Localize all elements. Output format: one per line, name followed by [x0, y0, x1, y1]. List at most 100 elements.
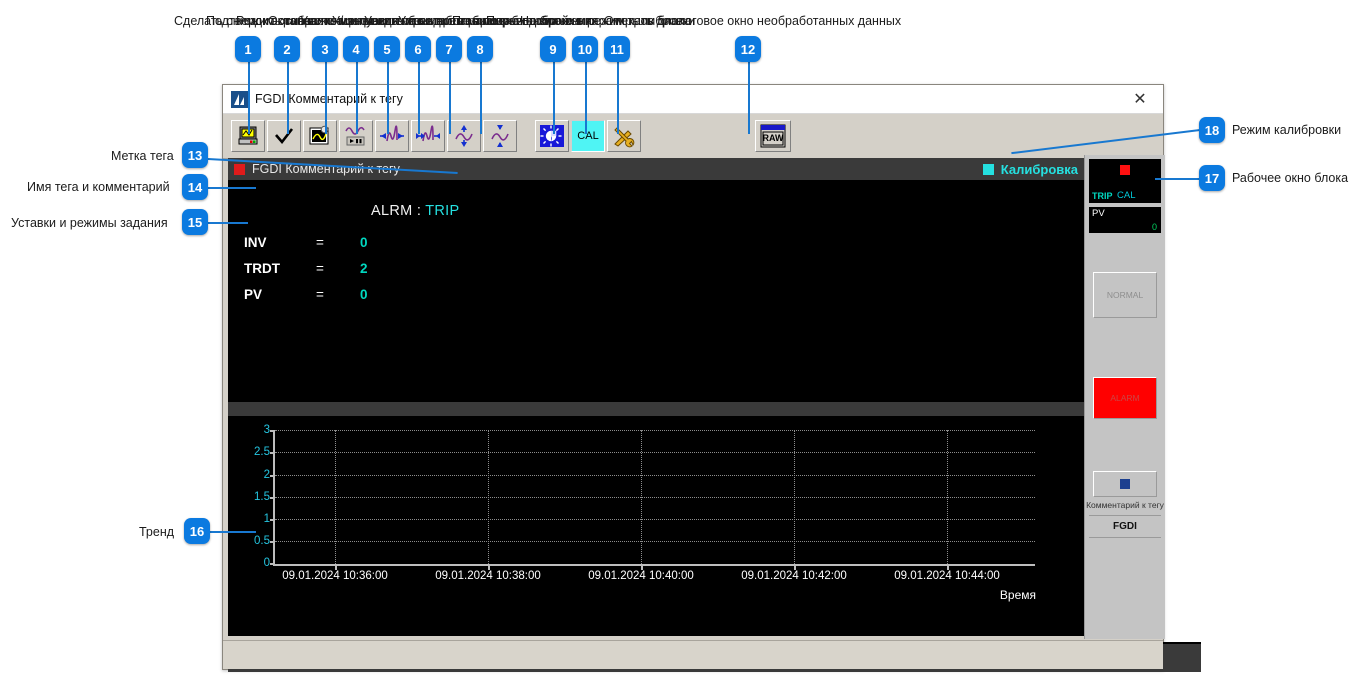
annotation-badge-10: 10	[572, 36, 598, 62]
value-zoom-out-button[interactable]	[483, 120, 517, 152]
leader-line-14	[208, 187, 256, 189]
alarm-status-key: ALRM :	[371, 203, 422, 219]
display-settings-button[interactable]	[535, 120, 569, 152]
parameter-equals: =	[316, 235, 324, 250]
trend-mode-button[interactable]	[303, 120, 337, 152]
annotation-badge-16: 16	[184, 518, 210, 544]
calibration-status-group: Калибровка	[982, 162, 1078, 177]
grid-line-h	[275, 475, 1035, 476]
parameter-row-inv[interactable]: INV = 0	[228, 235, 1084, 255]
annotation-badge-9: 9	[540, 36, 566, 62]
leader-line-15	[208, 222, 248, 224]
leader-line-17	[1155, 178, 1201, 180]
x-tick-label: 09.01.2024 10:36:00	[282, 570, 388, 582]
parameter-value: 0	[360, 235, 368, 250]
block-config-button[interactable]	[607, 120, 641, 152]
leader-line-8	[480, 62, 482, 134]
parameter-equals: =	[316, 261, 324, 276]
tag-marker-icon	[234, 163, 245, 175]
alarm-status-line: ALRM : TRIP	[371, 203, 459, 219]
wave-arrows-vertical-in-icon	[453, 124, 475, 148]
parameter-row-trdt[interactable]: TRDT = 2	[228, 261, 1084, 281]
annotation-label-13: Метка тега	[111, 149, 174, 163]
leader-line-4	[356, 62, 358, 134]
calibration-marker-icon	[982, 163, 994, 175]
block-panel-divider	[1089, 515, 1161, 516]
grid-line-v	[947, 430, 948, 564]
y-tick-mark	[270, 475, 275, 477]
leader-line-16	[210, 531, 256, 533]
time-zoom-in-button[interactable]	[375, 120, 409, 152]
annotation-badge-6: 6	[405, 36, 431, 62]
block-type-label: FGDI	[1113, 521, 1137, 532]
grid-line-v	[488, 430, 489, 564]
x-tick-label: 09.01.2024 10:42:00	[741, 570, 847, 582]
leader-line-12	[748, 62, 750, 134]
annotation-badge-18: 18	[1199, 117, 1225, 143]
brightness-icon	[540, 125, 564, 147]
grid-line-h	[275, 519, 1035, 520]
annotation-badge-15: 15	[182, 209, 208, 235]
annotation-badge-2: 2	[274, 36, 300, 62]
block-comment-button[interactable]	[1093, 471, 1157, 497]
leader-line-2	[287, 62, 289, 134]
raw-data-button-label: RAW	[762, 133, 784, 143]
block-comment-label: Комментарий к тегу	[1086, 500, 1164, 510]
grid-line-v	[794, 430, 795, 564]
trend-chart[interactable]: 3 2.5 2 1.5 1 0.5 0 09.01.2024 10:36:00 …	[228, 416, 1084, 616]
alarm-status-value: TRIP	[425, 203, 460, 219]
square-icon	[1120, 479, 1130, 489]
y-tick-label: 2	[263, 469, 270, 481]
tools-icon	[612, 124, 636, 148]
raw-data-button[interactable]: RAW	[755, 120, 791, 152]
annotation-label-12: Открыть диалоговое окно необработанных д…	[604, 14, 902, 28]
block-pv-value: 0	[1151, 222, 1157, 232]
leader-line-7	[449, 62, 451, 134]
y-tick-mark	[270, 519, 275, 521]
y-tick-mark	[270, 563, 275, 565]
y-tick-mark	[270, 497, 275, 499]
leader-line-1	[248, 62, 250, 134]
close-icon[interactable]: ✕	[1121, 86, 1159, 112]
title-bar: FGDI Комментарий к тегу ✕	[223, 85, 1163, 114]
block-trip-label: TRIP	[1092, 191, 1113, 201]
app-logo-icon	[231, 90, 248, 108]
annotation-badge-7: 7	[436, 36, 462, 62]
leader-line-11	[617, 62, 619, 134]
parameter-value: 0	[360, 287, 368, 302]
annotation-label-17: Рабочее окно блока	[1232, 171, 1349, 185]
parameter-name: INV	[244, 235, 267, 250]
annotation-label-18: Режим калибровки	[1232, 123, 1342, 137]
annotation-label-16: Тренд	[139, 525, 175, 539]
annotation-badge-13: 13	[182, 142, 208, 168]
block-panel-divider	[1089, 537, 1161, 538]
annotation-badge-12: 12	[735, 36, 761, 62]
wave-arrows-vertical-out-icon	[489, 124, 511, 148]
annotation-badge-11: 11	[604, 36, 630, 62]
block-alarm-button[interactable]: ALARM	[1093, 377, 1157, 419]
value-zoom-in-button[interactable]	[447, 120, 481, 152]
y-tick-label: 0.5	[254, 535, 270, 547]
checkmark-icon	[273, 125, 295, 147]
annotation-label-14: Имя тега и комментарий	[27, 180, 170, 194]
annotation-badge-4: 4	[343, 36, 369, 62]
y-tick-mark	[270, 541, 275, 543]
time-zoom-out-button[interactable]	[411, 120, 445, 152]
leader-line-9	[553, 62, 555, 134]
parameter-name: PV	[244, 287, 263, 302]
y-tick-label: 1	[263, 513, 270, 525]
block-normal-button[interactable]: NORMAL	[1093, 272, 1157, 318]
window-title: FGDI Комментарий к тегу	[255, 92, 403, 106]
parameter-value: 2	[360, 261, 368, 276]
calibration-button[interactable]: CAL	[571, 120, 605, 152]
grid-line-h	[275, 497, 1035, 498]
faceplate-header: FGDI Комментарий к тегу Калибровка	[228, 158, 1084, 180]
calibration-button-label: CAL	[577, 130, 599, 142]
faceplate-divider	[228, 402, 1084, 416]
parameter-row-pv[interactable]: PV = 0	[228, 287, 1084, 307]
y-tick-label: 2.5	[254, 446, 270, 458]
acknowledge-button[interactable]	[267, 120, 301, 152]
y-tick-mark	[270, 452, 275, 454]
grid-line-v	[641, 430, 642, 564]
annotation-badge-1: 1	[235, 36, 261, 62]
